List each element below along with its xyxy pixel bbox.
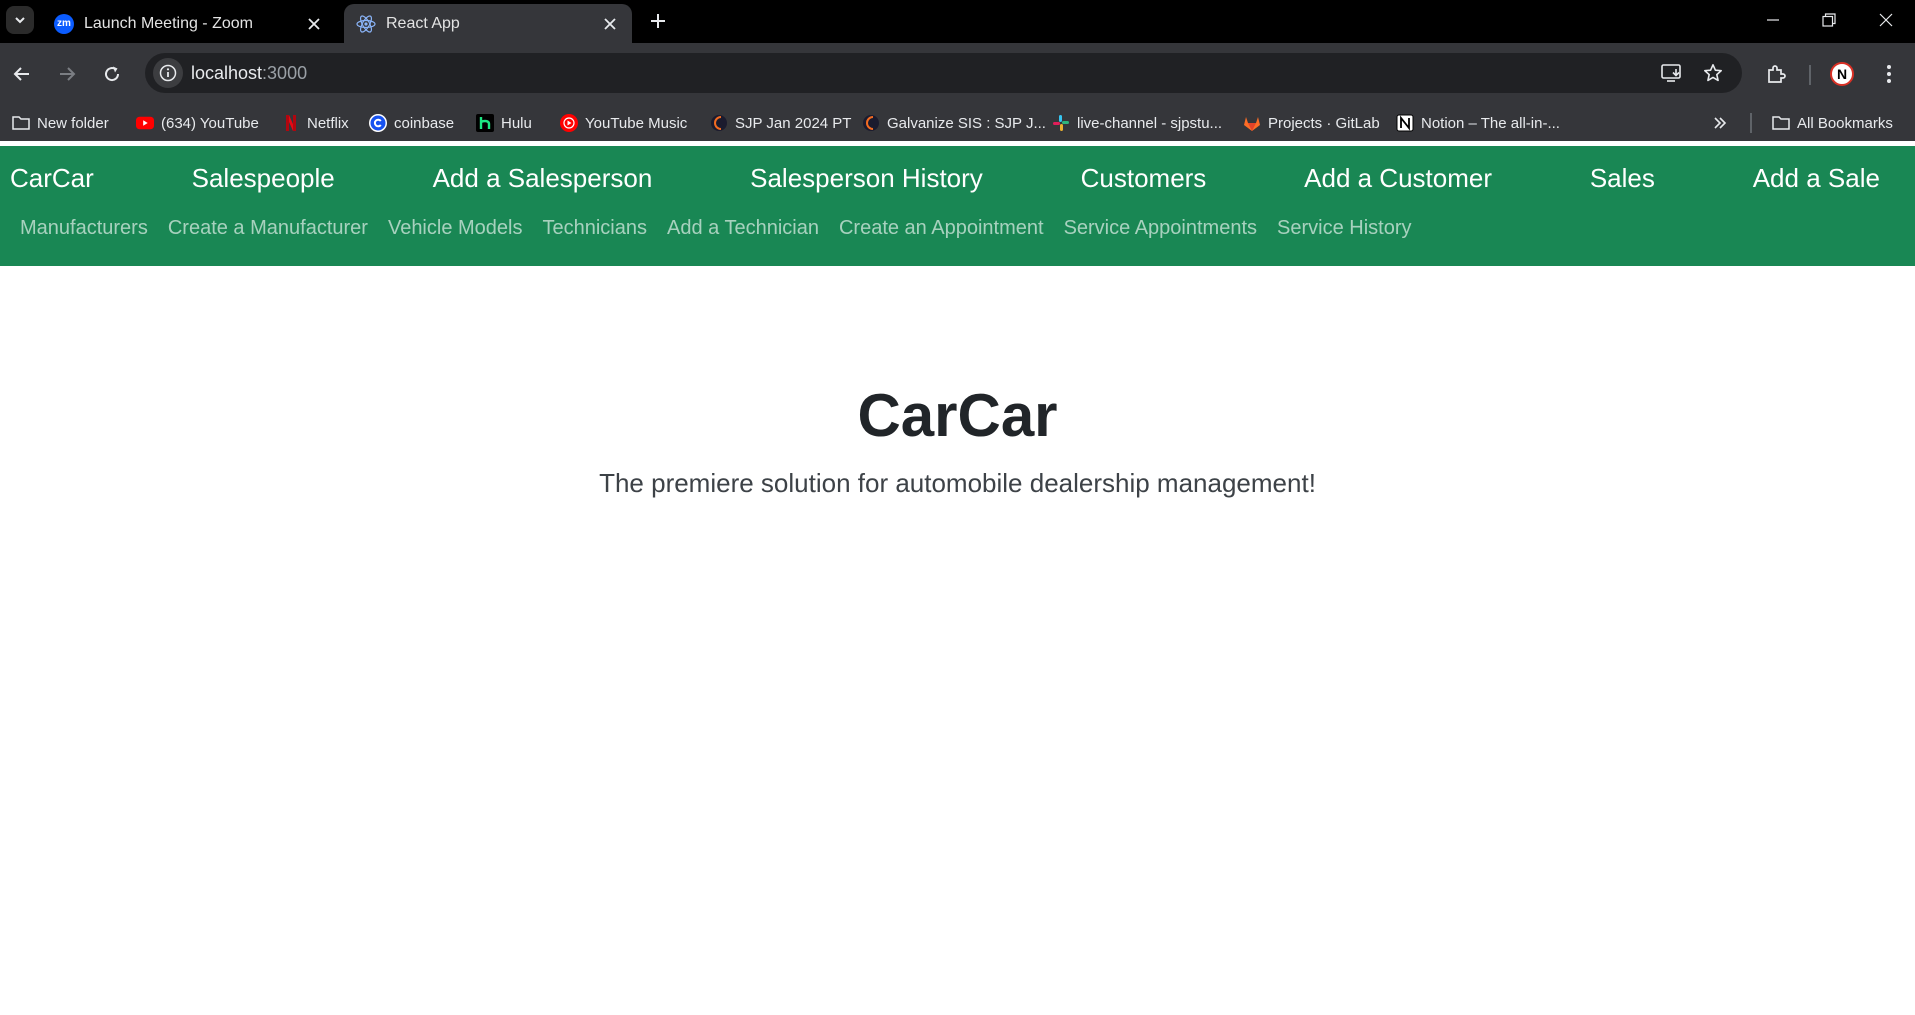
bookmark-gitlab[interactable]: Projects · GitLab: [1243, 111, 1380, 135]
browser-tab-bar: zm Launch Meeting - Zoom React App: [0, 0, 1915, 43]
url-port: :3000: [262, 63, 308, 83]
hero-section: CarCar The premiere solution for automob…: [0, 380, 1915, 499]
bookmarks-bar: New folder (634) YouTube Netflix coinbas…: [0, 105, 1915, 141]
nav-link-sales[interactable]: Sales: [1590, 163, 1655, 194]
slack-icon: [1052, 114, 1070, 132]
profile-letter: N: [1830, 62, 1854, 86]
notion-icon: [1396, 114, 1414, 132]
forward-arrow-icon[interactable]: [50, 57, 84, 91]
nav-link-manufacturers[interactable]: Manufacturers: [20, 217, 148, 240]
primary-nav: CarCar Salespeople Add a Salesperson Sal…: [10, 160, 1880, 196]
zoom-icon: zm: [54, 13, 74, 34]
nav-link-add-salesperson[interactable]: Add a Salesperson: [433, 163, 653, 194]
nav-link-service-appointments[interactable]: Service Appointments: [1064, 217, 1257, 240]
profile-avatar[interactable]: N: [1825, 57, 1859, 91]
toolbar-divider: [1809, 65, 1811, 85]
bookmark-youtube-music[interactable]: YouTube Music: [560, 111, 687, 135]
close-window-icon[interactable]: [1858, 0, 1914, 40]
folder-icon: [12, 114, 30, 132]
bookmarks-divider: [1750, 113, 1752, 133]
youtube-icon: [136, 114, 154, 132]
tab-title: Launch Meeting - Zoom: [84, 14, 253, 32]
back-arrow-icon[interactable]: [5, 57, 39, 91]
bookmark-notion[interactable]: Notion – The all-in-...: [1396, 111, 1560, 135]
nav-brand[interactable]: CarCar: [10, 163, 94, 194]
galvanize-icon: [862, 114, 880, 132]
reload-icon[interactable]: [95, 57, 129, 91]
bookmark-galvanize-sis[interactable]: Galvanize SIS : SJP J...: [862, 111, 1046, 135]
bookmarks-overflow-chevron-icon[interactable]: [1713, 111, 1727, 135]
page-subtitle: The premiere solution for automobile dea…: [599, 468, 1316, 498]
new-tab-plus-icon[interactable]: [645, 8, 671, 34]
secondary-nav: Manufacturers Create a Manufacturer Vehi…: [20, 214, 1431, 242]
tab-search-chevron-icon[interactable]: [6, 6, 34, 34]
bookmark-netflix[interactable]: Netflix: [282, 111, 349, 135]
react-icon: [356, 14, 376, 34]
folder-icon: [1772, 114, 1790, 132]
nav-link-add-sale[interactable]: Add a Sale: [1753, 163, 1880, 194]
address-bar[interactable]: localhost:3000: [145, 53, 1742, 93]
bookmark-live-channel[interactable]: live-channel - sjpstu...: [1052, 111, 1222, 135]
youtube-music-icon: [560, 114, 578, 132]
bookmark-coinbase[interactable]: coinbase: [369, 111, 454, 135]
nav-link-salespeople[interactable]: Salespeople: [192, 163, 335, 194]
nav-link-add-technician[interactable]: Add a Technician: [667, 217, 819, 240]
nav-link-add-customer[interactable]: Add a Customer: [1304, 163, 1492, 194]
nav-link-technicians[interactable]: Technicians: [542, 217, 647, 240]
galvanize-icon: [710, 114, 728, 132]
tab-title: React App: [386, 14, 460, 32]
install-app-icon[interactable]: [1660, 61, 1684, 85]
all-bookmarks-button[interactable]: All Bookmarks: [1772, 111, 1893, 135]
browser-menu-icon[interactable]: [1872, 57, 1906, 91]
browser-tab-zoom[interactable]: zm Launch Meeting - Zoom: [42, 4, 336, 43]
hulu-icon: [476, 114, 494, 132]
url-text[interactable]: localhost:3000: [191, 63, 307, 84]
coinbase-icon: [369, 114, 387, 132]
bookmark-hulu[interactable]: Hulu: [476, 111, 532, 135]
restore-icon[interactable]: [1801, 0, 1857, 40]
browser-toolbar: localhost:3000 N: [0, 43, 1915, 105]
nav-link-customers[interactable]: Customers: [1081, 163, 1207, 194]
tab-close-icon[interactable]: [600, 14, 620, 34]
minimize-icon[interactable]: [1745, 0, 1801, 40]
nav-link-create-manufacturer[interactable]: Create a Manufacturer: [168, 217, 368, 240]
browser-tab-react-app[interactable]: React App: [344, 4, 632, 43]
nav-link-vehicle-models[interactable]: Vehicle Models: [388, 217, 523, 240]
nav-link-salesperson-history[interactable]: Salesperson History: [750, 163, 983, 194]
bookmark-sjp-jan-2024[interactable]: SJP Jan 2024 PT: [710, 111, 851, 135]
bookmark-new-folder[interactable]: New folder: [12, 111, 109, 135]
bookmark-star-icon[interactable]: [1701, 61, 1725, 85]
nav-link-create-appointment[interactable]: Create an Appointment: [839, 217, 1044, 240]
netflix-icon: [282, 114, 300, 132]
app-navbar: CarCar Salespeople Add a Salesperson Sal…: [0, 146, 1915, 266]
bookmark-youtube[interactable]: (634) YouTube: [136, 111, 259, 135]
nav-link-service-history[interactable]: Service History: [1277, 217, 1411, 240]
url-host: localhost: [191, 63, 263, 83]
extensions-puzzle-icon[interactable]: [1759, 57, 1793, 91]
tab-close-icon[interactable]: [304, 14, 324, 34]
site-info-icon[interactable]: [153, 58, 183, 88]
gitlab-icon: [1243, 114, 1261, 132]
page-title: CarCar: [857, 382, 1058, 449]
